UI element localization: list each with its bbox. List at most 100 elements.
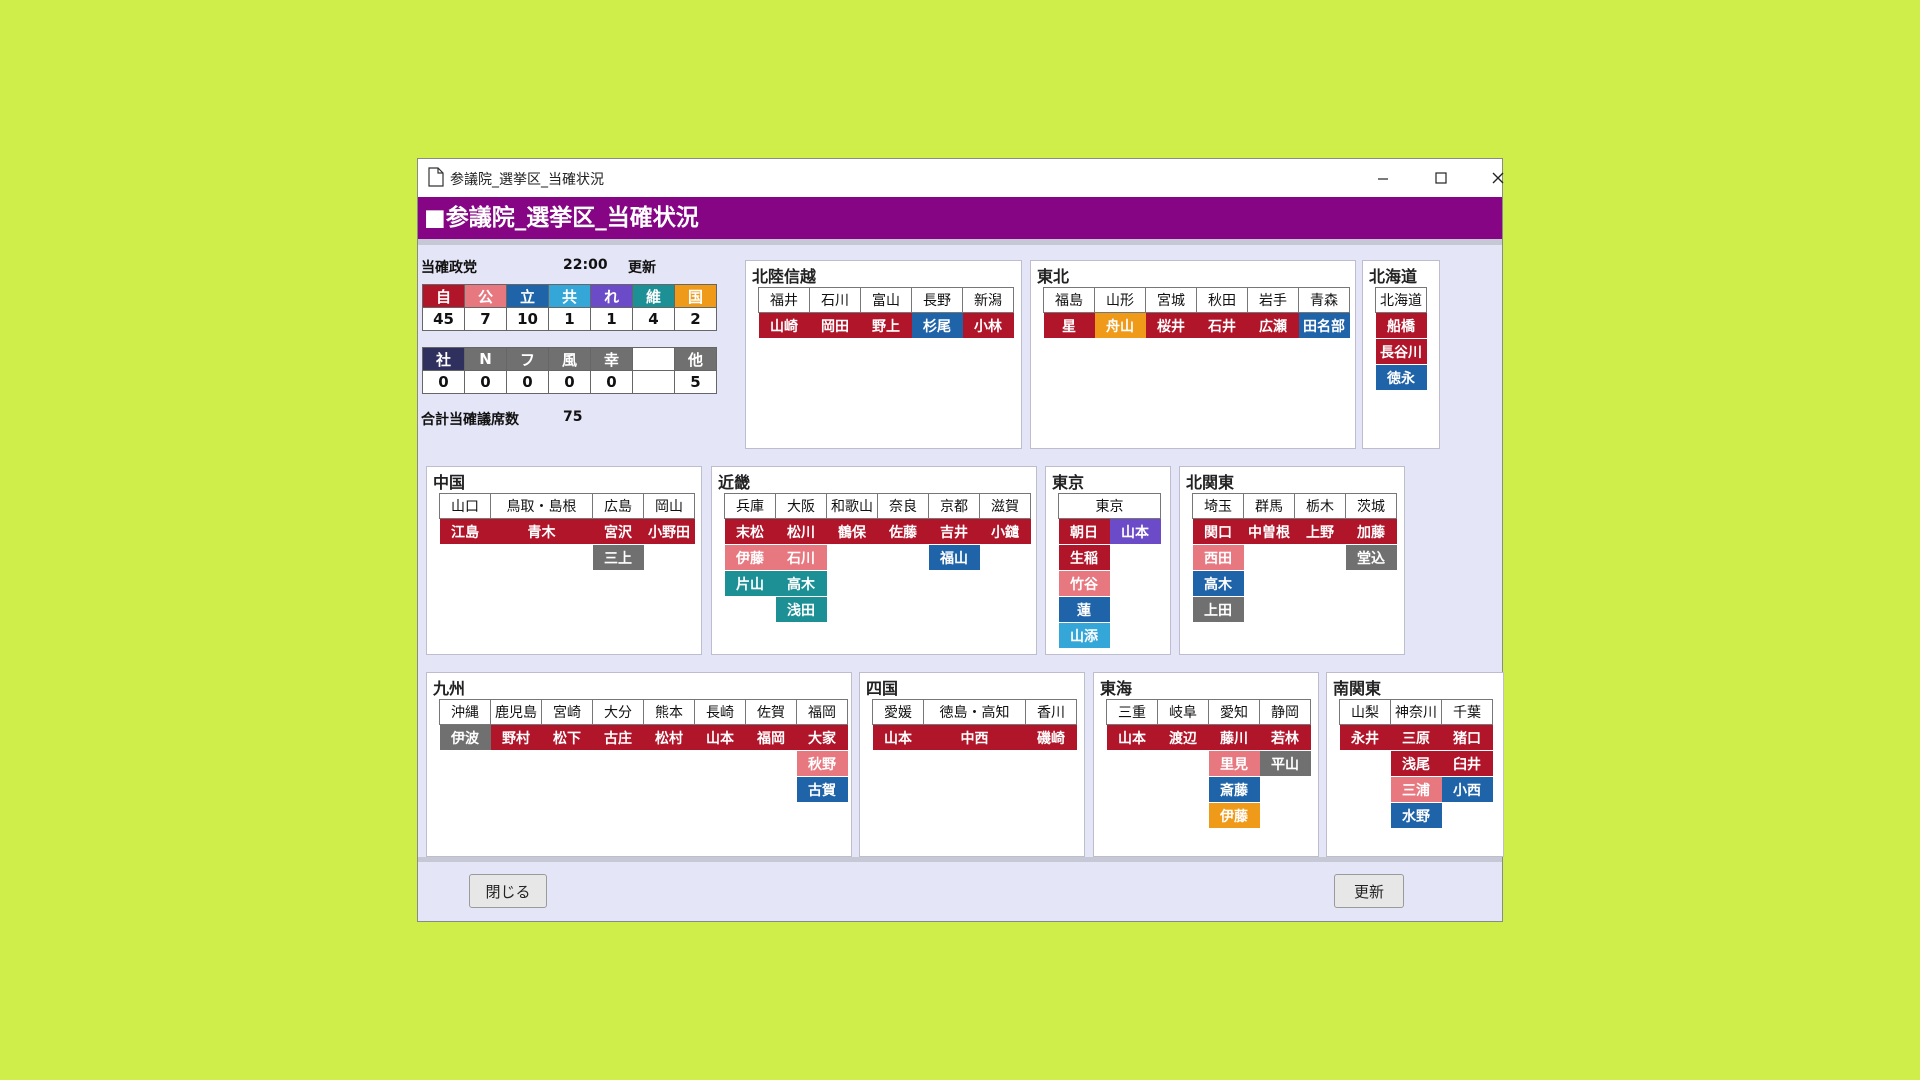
app-window: 参議院_選挙区_当確状況 ■参議院_選挙区_当確状況 当確政党 22:00 更新… bbox=[417, 158, 1504, 922]
winner-cell: 大家 bbox=[796, 724, 848, 751]
empty-cell bbox=[694, 750, 746, 777]
prefecture-header: 熊本 bbox=[643, 699, 695, 725]
region-table: 山梨 神奈川 千葉 永井 三原 猪口 浅尾 臼井 三浦 小西 水野 bbox=[1339, 699, 1493, 829]
content-area: 当確政党 22:00 更新 自公立共れ維国 45 7 10 1 1 4 2 社Nフ風幸他000… bbox=[418, 245, 1504, 857]
winner-cell: 松下 bbox=[541, 724, 593, 751]
empty-cell bbox=[745, 776, 797, 803]
party-summary: 当確政党 22:00 更新 自公立共れ維国 45 7 10 1 1 4 2 社Nフ風幸他000… bbox=[418, 245, 738, 430]
empty-cell bbox=[1109, 596, 1161, 623]
winner-cell: 永井 bbox=[1339, 724, 1391, 751]
party-seat-count: 1 bbox=[590, 307, 633, 331]
empty-cell bbox=[877, 570, 929, 597]
summary-label: 当確政党 bbox=[421, 260, 477, 276]
prefecture-header: 富山 bbox=[860, 287, 912, 313]
party-seat-count: 0 bbox=[422, 370, 465, 394]
winner-cell: 高木 bbox=[1192, 570, 1244, 597]
winner-cell: 中曽根 bbox=[1243, 518, 1295, 545]
empty-cell bbox=[1109, 622, 1161, 649]
winner-cell: 山添 bbox=[1058, 622, 1110, 649]
empty-cell bbox=[1157, 802, 1209, 829]
winner-cell: 浅尾 bbox=[1390, 750, 1442, 777]
region-table: 愛媛 徳島・高知 香川 山本 中西 磯崎 bbox=[872, 699, 1077, 751]
empty-cell bbox=[643, 776, 695, 803]
party-seat-count: 4 bbox=[632, 307, 675, 331]
winner-cell: 渡辺 bbox=[1157, 724, 1209, 751]
winner-cell: 吉井 bbox=[928, 518, 980, 545]
empty-cell bbox=[979, 570, 1031, 597]
winner-cell: 西田 bbox=[1192, 544, 1244, 571]
empty-cell bbox=[979, 544, 1031, 571]
winner-cell: 浅田 bbox=[775, 596, 827, 623]
prefecture-header: 宮城 bbox=[1145, 287, 1197, 313]
region-title: 北海道 bbox=[1369, 267, 1418, 286]
winner-cell: 里見 bbox=[1208, 750, 1260, 777]
party-seat-count: 0 bbox=[506, 370, 549, 394]
region-title: 北関東 bbox=[1186, 473, 1235, 492]
winner-cell: 岡田 bbox=[809, 312, 861, 339]
region-panel: 北陸信越 福井 石川 富山 長野 新潟 山崎 岡田 野上 杉尾 小林 bbox=[745, 260, 1022, 449]
prefecture-header: 神奈川 bbox=[1390, 699, 1442, 725]
window-title: 参議院_選挙区_当確状況 bbox=[450, 172, 604, 188]
prefecture-header: 青森 bbox=[1298, 287, 1350, 313]
prefecture-header: 三重 bbox=[1106, 699, 1158, 725]
party-table-2: 社Nフ風幸他000005 bbox=[422, 347, 717, 394]
prefecture-header: 岩手 bbox=[1247, 287, 1299, 313]
empty-cell bbox=[1294, 570, 1346, 597]
region-panel: 東北 福島 山形 宮城 秋田 岩手 青森星舟山 桜井 石井 広瀬 田名部 bbox=[1030, 260, 1356, 449]
winner-cell: 小鑓 bbox=[979, 518, 1031, 545]
empty-cell bbox=[877, 544, 929, 571]
region-title: 東海 bbox=[1100, 679, 1133, 698]
region-table: 北海道 船橋 長谷川 徳永 bbox=[1375, 287, 1427, 391]
region-title: 中国 bbox=[433, 473, 466, 492]
empty-cell bbox=[541, 750, 593, 777]
winner-cell: 船橋 bbox=[1375, 312, 1427, 339]
close-icon[interactable] bbox=[1478, 165, 1518, 191]
region-title: 南関東 bbox=[1333, 679, 1382, 698]
footer-bar: 閉じる 更新 bbox=[418, 857, 1502, 921]
region-title: 東北 bbox=[1037, 267, 1070, 286]
winner-cell: 桜井 bbox=[1145, 312, 1197, 339]
prefecture-header: 兵庫 bbox=[724, 493, 776, 519]
winner-cell: 古庄 bbox=[592, 724, 644, 751]
region-panel: 南関東 山梨 神奈川 千葉 永井 三原 猪口 浅尾 臼井 三浦 小西 水野 bbox=[1326, 672, 1504, 857]
region-table: 埼玉 群馬 栃木 茨城 関口 中曽根 上野 加藤 西田 堂込 高木 上田 bbox=[1192, 493, 1397, 623]
prefecture-header: 広島 bbox=[592, 493, 644, 519]
close-button[interactable]: 閉じる bbox=[469, 874, 547, 908]
region-table: 福井 石川 富山 長野 新潟 山崎 岡田 野上 杉尾 小林 bbox=[758, 287, 1014, 339]
winner-cell: 広瀬 bbox=[1247, 312, 1299, 339]
party-name-cell: 国 bbox=[674, 284, 717, 308]
party-table-1: 自公立共れ維国 45 7 10 1 1 4 2 bbox=[422, 284, 717, 331]
party-name-cell: 共 bbox=[548, 284, 591, 308]
empty-cell bbox=[1339, 776, 1391, 803]
prefecture-header: 福井 bbox=[758, 287, 810, 313]
empty-cell bbox=[694, 776, 746, 803]
party-name-cell: 公 bbox=[464, 284, 507, 308]
region-table: 山口 鳥取・島根 広島 岡山 江島 青木 宮沢 小野田 三上 bbox=[439, 493, 695, 571]
empty-cell bbox=[928, 570, 980, 597]
party-name-cell bbox=[632, 347, 675, 371]
maximize-icon[interactable] bbox=[1421, 165, 1461, 191]
winner-cell: 加藤 bbox=[1345, 518, 1397, 545]
update-button[interactable]: 更新 bbox=[1334, 874, 1404, 908]
prefecture-header: 京都 bbox=[928, 493, 980, 519]
winner-cell: 伊藤 bbox=[724, 544, 776, 571]
winner-cell: 三原 bbox=[1390, 724, 1442, 751]
empty-cell bbox=[1109, 570, 1161, 597]
winner-cell: 斎藤 bbox=[1208, 776, 1260, 803]
prefecture-header: 石川 bbox=[809, 287, 861, 313]
prefecture-header: 鹿児島 bbox=[490, 699, 542, 725]
winner-cell: 福岡 bbox=[745, 724, 797, 751]
winner-cell: 猪口 bbox=[1441, 724, 1493, 751]
prefecture-header: 徳島・高知 bbox=[923, 699, 1026, 725]
empty-cell bbox=[1345, 596, 1397, 623]
region-table: 沖縄 鹿児島 宮崎 大分 熊本 長崎 佐賀 福岡 伊波 野村 松下 古庄 松村 山本 福岡 大家 秋野 古賀 bbox=[439, 699, 848, 803]
prefecture-header: 埼玉 bbox=[1192, 493, 1244, 519]
party-name-cell: 立 bbox=[506, 284, 549, 308]
minimize-icon[interactable] bbox=[1363, 165, 1403, 191]
region-table: 兵庫 大阪 和歌山 奈良 京都 滋賀 末松 松川 鶴保 佐藤 吉井 小鑓 伊藤 石川 福山 片山 高木 浅田 bbox=[724, 493, 1031, 623]
empty-cell bbox=[439, 750, 491, 777]
party-name-cell: 風 bbox=[548, 347, 591, 371]
region-title: 東京 bbox=[1052, 473, 1085, 492]
party-name-cell: 幸 bbox=[590, 347, 633, 371]
prefecture-header: 奈良 bbox=[877, 493, 929, 519]
